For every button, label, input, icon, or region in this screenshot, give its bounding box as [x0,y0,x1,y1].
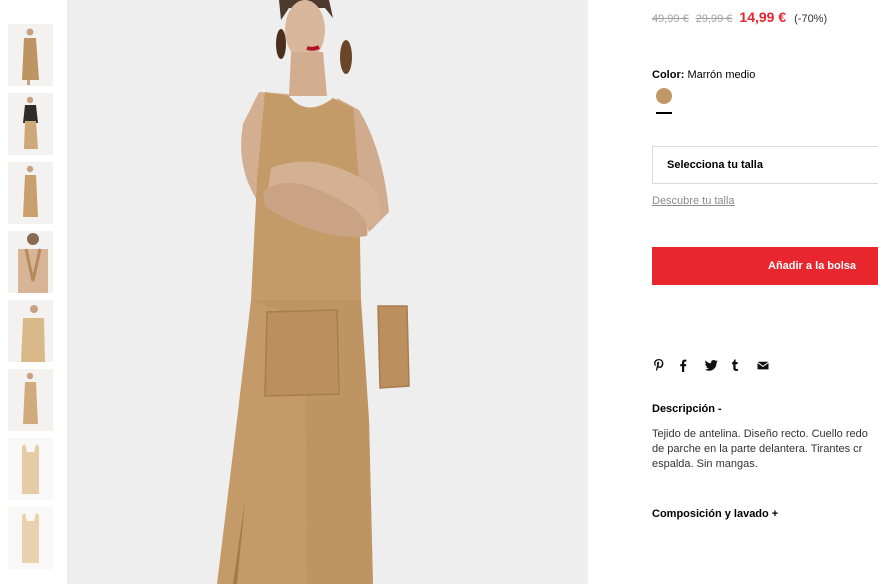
pinterest-icon[interactable] [653,357,679,373]
description-text: Tejido de antelina. Diseño recto. Cuello… [652,427,878,472]
thumbnail-1[interactable] [8,24,53,86]
add-to-bag-button[interactable]: Añadir a la bolsa [652,247,878,285]
product-details-panel: 49,99 € 29,99 € 14,99 € (-70%) Color: Ma… [652,0,878,584]
thumbnail-8[interactable] [8,507,53,569]
previous-price: 29,99 € [695,13,733,25]
color-label-key: Color: [652,69,685,81]
color-name: Marrón medio [687,69,756,81]
thumbnail-5[interactable] [8,300,53,362]
main-product-image[interactable] [67,0,588,584]
thumbnail-7[interactable] [8,438,53,500]
color-label: Color: Marrón medio [652,69,755,81]
thumbnail-6[interactable] [8,369,53,431]
size-select[interactable]: Selecciona tu talla [652,146,878,184]
thumbnail-3[interactable] [8,162,53,224]
share-icons [653,357,783,373]
thumbnail-4[interactable] [8,231,53,293]
email-icon[interactable] [757,357,783,373]
facebook-icon[interactable] [679,357,705,373]
discount-badge: (-70%) [794,13,828,25]
description-line: Tejido de antelina. Diseño recto. Cuello… [652,428,868,440]
description-line: espalda. Sin mangas. [652,458,758,470]
size-guide-link[interactable]: Descubre tu talla [652,195,735,207]
color-swatch-marron[interactable] [656,88,672,104]
composition-toggle[interactable]: Composición y lavado + [652,508,778,520]
description-toggle[interactable]: Descripción - [652,403,722,415]
model-photo [67,0,588,584]
twitter-icon[interactable] [705,357,731,373]
original-price: 49,99 € [652,13,689,25]
tumblr-icon[interactable] [731,357,757,373]
price-row: 49,99 € 29,99 € 14,99 € (-70%) [652,9,827,25]
thumbnail-2[interactable] [8,93,53,155]
description-line: de parche en la parte delantera. Tirante… [652,443,863,455]
selected-swatch-indicator [656,112,672,114]
sale-price: 14,99 € [739,9,787,25]
